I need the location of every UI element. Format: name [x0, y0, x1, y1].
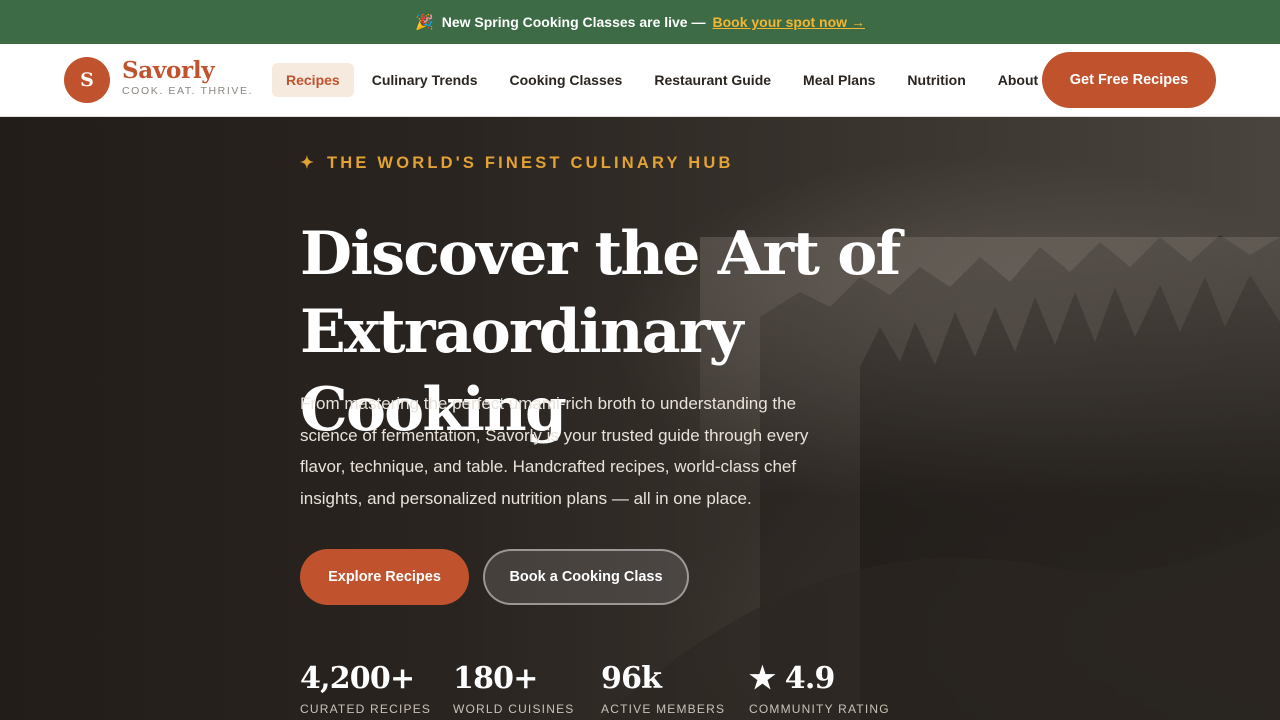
- announcement-text: New Spring Cooking Classes are live —: [441, 14, 706, 30]
- brand-tagline: COOK. EAT. THRIVE.: [122, 85, 254, 97]
- eyebrow-text: THE WORLD'S FINEST CULINARY HUB: [327, 154, 734, 172]
- nav-item-culinary-trends[interactable]: Culinary Trends: [358, 63, 492, 97]
- party-popper-icon: 🎉: [415, 14, 434, 31]
- brand-name[interactable]: Savorly: [122, 57, 215, 84]
- headline-line-1: Discover the Art of: [300, 219, 901, 289]
- stat-members: 96k ACTIVE MEMBERS: [601, 661, 725, 716]
- main-nav: Recipes Culinary Trends Cooking Classes …: [272, 63, 1056, 97]
- stat-recipes: 4,200+ CURATED RECIPES: [300, 661, 431, 716]
- stat-value: 180+: [453, 661, 538, 696]
- nav-item-meal-plans[interactable]: Meal Plans: [789, 63, 889, 97]
- stat-value: ★ 4.9: [749, 661, 835, 696]
- stat-rating: ★ 4.9 COMMUNITY RATING: [749, 661, 890, 716]
- nav-item-recipes[interactable]: Recipes: [272, 63, 354, 97]
- site-header: S Savorly COOK. EAT. THRIVE. Recipes Cul…: [0, 44, 1280, 117]
- nav-item-restaurant-guide[interactable]: Restaurant Guide: [640, 63, 785, 97]
- stat-label: ACTIVE MEMBERS: [601, 702, 726, 716]
- get-free-recipes-button[interactable]: Get Free Recipes: [1042, 52, 1216, 108]
- nav-item-nutrition[interactable]: Nutrition: [893, 63, 979, 97]
- stat-cuisines: 180+ WORLD CUISINES: [453, 661, 574, 716]
- nav-item-cooking-classes[interactable]: Cooking Classes: [496, 63, 637, 97]
- stat-label: COMMUNITY RATING: [749, 702, 890, 716]
- logo-mark[interactable]: S: [64, 57, 110, 103]
- hero-section: ✦ THE WORLD'S FINEST CULINARY HUB Discove…: [0, 117, 1280, 720]
- sparkle-icon: ✦: [300, 154, 318, 172]
- hero-eyebrow: ✦ THE WORLD'S FINEST CULINARY HUB: [300, 153, 734, 173]
- explore-recipes-button[interactable]: Explore Recipes: [300, 549, 469, 605]
- book-cooking-class-button[interactable]: Book a Cooking Class: [483, 549, 689, 605]
- stat-value: 4,200+: [300, 661, 415, 696]
- book-spot-link[interactable]: Book your spot now →: [713, 14, 865, 30]
- stat-value: 96k: [601, 661, 662, 696]
- announcement-bar: 🎉 New Spring Cooking Classes are live — …: [0, 0, 1280, 44]
- stat-label: CURATED RECIPES: [300, 702, 432, 716]
- hero-lead: From mastering the perfect umami-rich br…: [300, 394, 809, 508]
- stat-label: WORLD CUISINES: [453, 702, 575, 716]
